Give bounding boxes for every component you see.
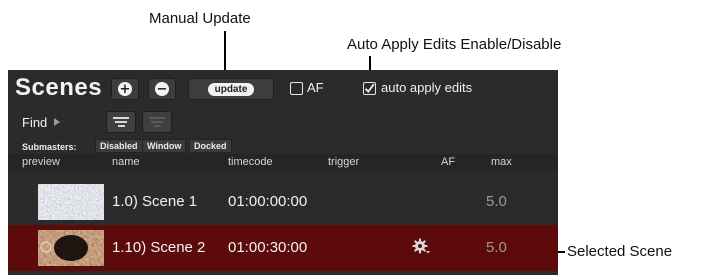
column-af[interactable]: AF [441, 156, 455, 168]
checkmark-icon [364, 83, 375, 93]
plus-icon: + [118, 81, 132, 97]
column-name[interactable]: name [112, 156, 140, 168]
submaster-disabled[interactable]: Disabled [95, 139, 143, 153]
af-checkbox[interactable] [290, 82, 303, 95]
column-trigger[interactable]: trigger [328, 156, 359, 168]
gear-icon[interactable] [411, 237, 431, 257]
filter-button[interactable] [106, 111, 136, 133]
annotation-manual-update: Manual Update [149, 10, 251, 27]
scene-timecode: 01:00:00:00 [228, 193, 308, 210]
filter-icon-dim [149, 117, 165, 119]
find-label[interactable]: Find [22, 115, 47, 130]
submaster-window[interactable]: Window [142, 139, 187, 153]
af-label: AF [307, 80, 324, 95]
scene-preview-thumbnail [38, 230, 104, 266]
update-button[interactable]: update [188, 78, 274, 100]
filter-icon [113, 117, 129, 119]
column-max[interactable]: max [491, 156, 512, 168]
submaster-docked[interactable]: Docked [189, 139, 232, 153]
scene-row[interactable]: 1.0) Scene 1 01:00:00:00 5.0 [8, 179, 558, 225]
scene-max: 5.0 [486, 193, 507, 210]
scene-preview-thumbnail [38, 184, 104, 220]
annotation-auto-apply: Auto Apply Edits Enable/Disable [347, 36, 562, 53]
scene-timecode: 01:00:30:00 [228, 239, 308, 256]
clear-filter-button[interactable] [142, 111, 172, 133]
expand-arrow-icon[interactable] [54, 118, 60, 126]
submasters-label: Submasters: [22, 142, 77, 152]
auto-apply-label: auto apply edits [381, 80, 473, 95]
column-header-row: preview name timecode trigger AF max [8, 154, 558, 172]
update-button-label: update [207, 82, 255, 96]
annotation-selected-scene: Selected Scene [567, 243, 673, 260]
column-preview[interactable]: preview [22, 156, 60, 168]
minus-icon: − [155, 81, 169, 97]
scene-name: 1.0) Scene 1 [112, 193, 198, 210]
annotation-line-manual-update [224, 31, 226, 74]
scene-max: 5.0 [486, 239, 507, 256]
add-scene-button[interactable]: + [111, 78, 139, 100]
scenes-panel: Scenes + − update AF auto apply edits Fi… [8, 70, 558, 275]
panel-title: Scenes [15, 74, 103, 101]
column-timecode[interactable]: timecode [228, 156, 273, 168]
scene-row-selected[interactable]: 1.10) Scene 2 01:00:30:00 5.0 [8, 225, 558, 271]
scene-name: 1.10) Scene 2 [112, 239, 206, 256]
auto-apply-checkbox[interactable] [363, 82, 376, 95]
remove-scene-button[interactable]: − [148, 78, 176, 100]
